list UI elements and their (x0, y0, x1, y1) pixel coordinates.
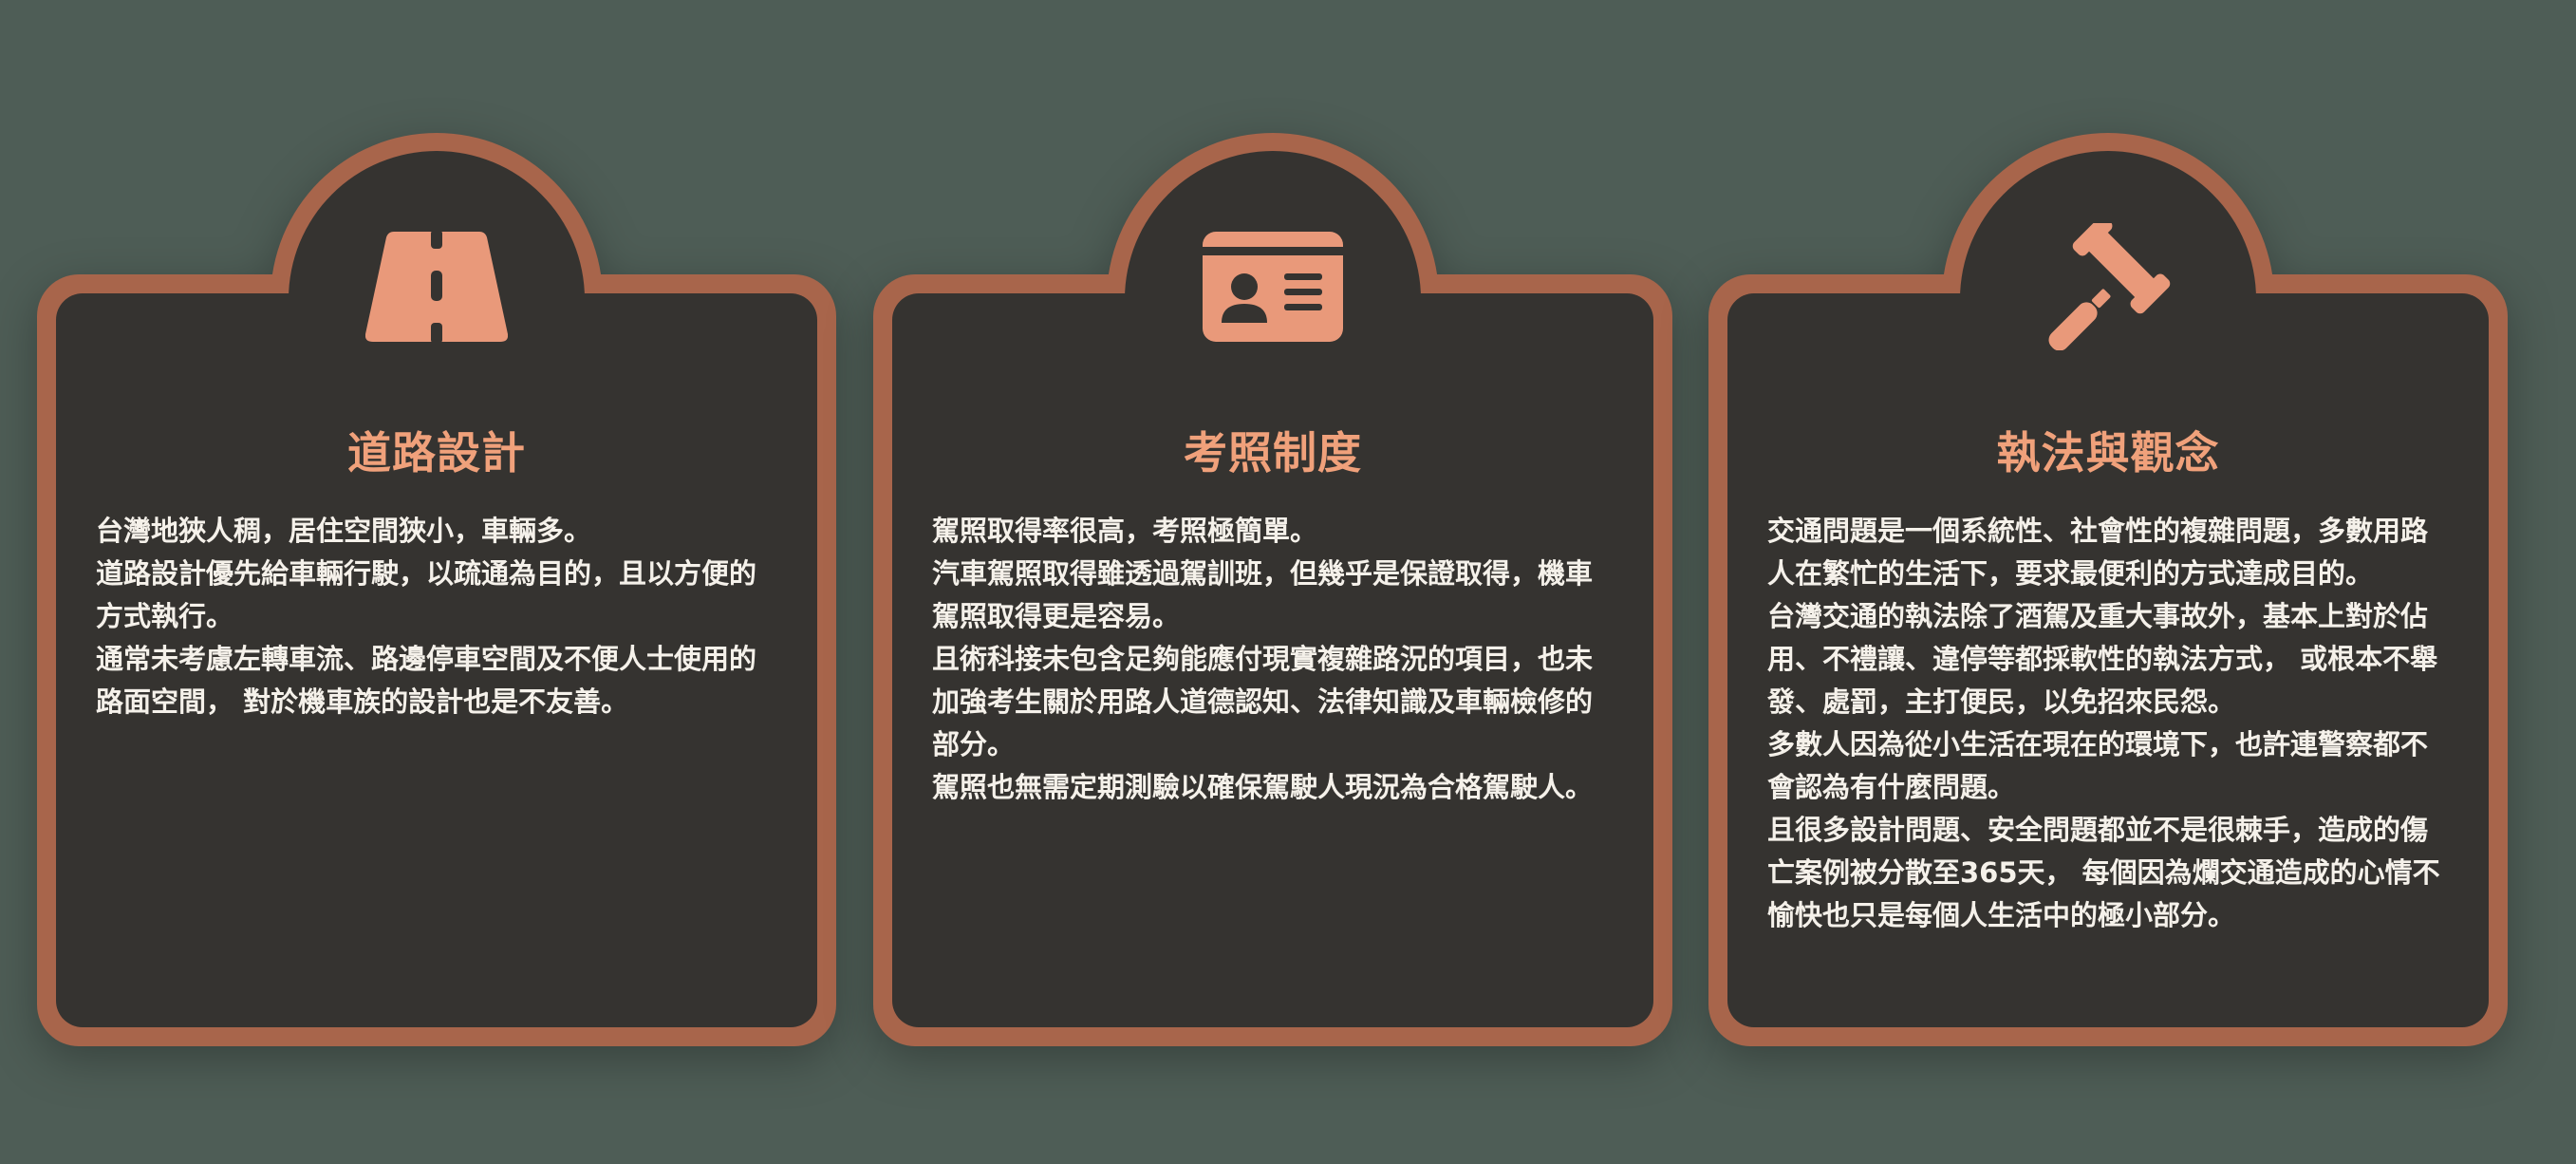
card-paragraph: 交通問題是一個系統性、社會性的複雜問題，多數用路人在繁忙的生活下，要求最便利的方… (1767, 514, 2429, 590)
card-title: 道路設計 (347, 427, 526, 479)
card-paragraph: 通常未考慮左轉車流、路邊停車空間及不便人士使用的路面空間， 對於機車族的設計也是… (96, 642, 757, 718)
card-enforcement: 執法與觀念 交通問題是一個系統性、社會性的複雜問題，多數用路人在繁忙的生活下，要… (1708, 133, 2508, 1046)
card-content: 考照制度 駕照取得率很高，考照極簡單。 汽車駕照取得雖透過駕訓班，但幾乎是保證取… (932, 429, 1614, 809)
card-paragraph: 台灣地狹人稠，居住空間狹小，車輛多。 (96, 514, 592, 547)
card-road-design: 道路設計 台灣地狹人稠，居住空間狹小，車輛多。 道路設計優先給車輛行駛，以疏通為… (37, 133, 836, 1046)
id-card-icon (1130, 220, 1415, 353)
card-paragraph: 駕照取得率很高，考照極簡單。 (932, 514, 1318, 547)
card-content: 執法與觀念 交通問題是一個系統性、社會性的複雜問題，多數用路人在繁忙的生活下，要… (1767, 429, 2449, 937)
card-content: 道路設計 台灣地狹人稠，居住空間狹小，車輛多。 道路設計優先給車輛行駛，以疏通為… (96, 429, 777, 723)
cards-stage: 道路設計 台灣地狹人稠，居住空間狹小，車輛多。 道路設計優先給車輛行駛，以疏通為… (0, 0, 2576, 1164)
card-license-system: 考照制度 駕照取得率很高，考照極簡單。 汽車駕照取得雖透過駕訓班，但幾乎是保證取… (873, 133, 1672, 1046)
card-paragraph: 且術科接未包含足夠能應付現實複雜路況的項目，也未加強考生關於用路人道德認知、法律… (932, 642, 1594, 760)
card-paragraph: 道路設計優先給車輛行駛，以疏通為目的，且以方便的方式執行。 (96, 556, 757, 632)
card-paragraph: 汽車駕照取得雖透過駕訓班，但幾乎是保證取得，機車駕照取得更是容易。 (932, 556, 1594, 632)
card-paragraph: 台灣交通的執法除了酒駕及重大事故外，基本上對於佔用、不禮讓、違停等都採軟性的執法… (1767, 599, 2438, 718)
gavel-icon (1966, 220, 2250, 353)
card-paragraph: 駕照也無需定期測驗以確保駕駛人現況為合格駕駛人。 (932, 770, 1594, 803)
road-icon (294, 220, 579, 353)
card-title: 執法與觀念 (1996, 427, 2220, 479)
card-paragraph: 且很多設計問題、安全問題都並不是很棘手，造成的傷亡案例被分散至365天， 每個因… (1767, 813, 2440, 931)
card-paragraph: 多數人因為從小生活在現在的環境下，也許連警察都不會認為有什麼問題。 (1767, 727, 2429, 803)
card-body: 台灣地狹人稠，居住空間狹小，車輛多。 道路設計優先給車輛行駛，以疏通為目的，且以… (96, 510, 777, 723)
card-body: 駕照取得率很高，考照極簡單。 汽車駕照取得雖透過駕訓班，但幾乎是保證取得，機車駕… (932, 510, 1614, 809)
card-title: 考照制度 (1184, 427, 1362, 479)
card-body: 交通問題是一個系統性、社會性的複雜問題，多數用路人在繁忙的生活下，要求最便利的方… (1767, 510, 2449, 937)
